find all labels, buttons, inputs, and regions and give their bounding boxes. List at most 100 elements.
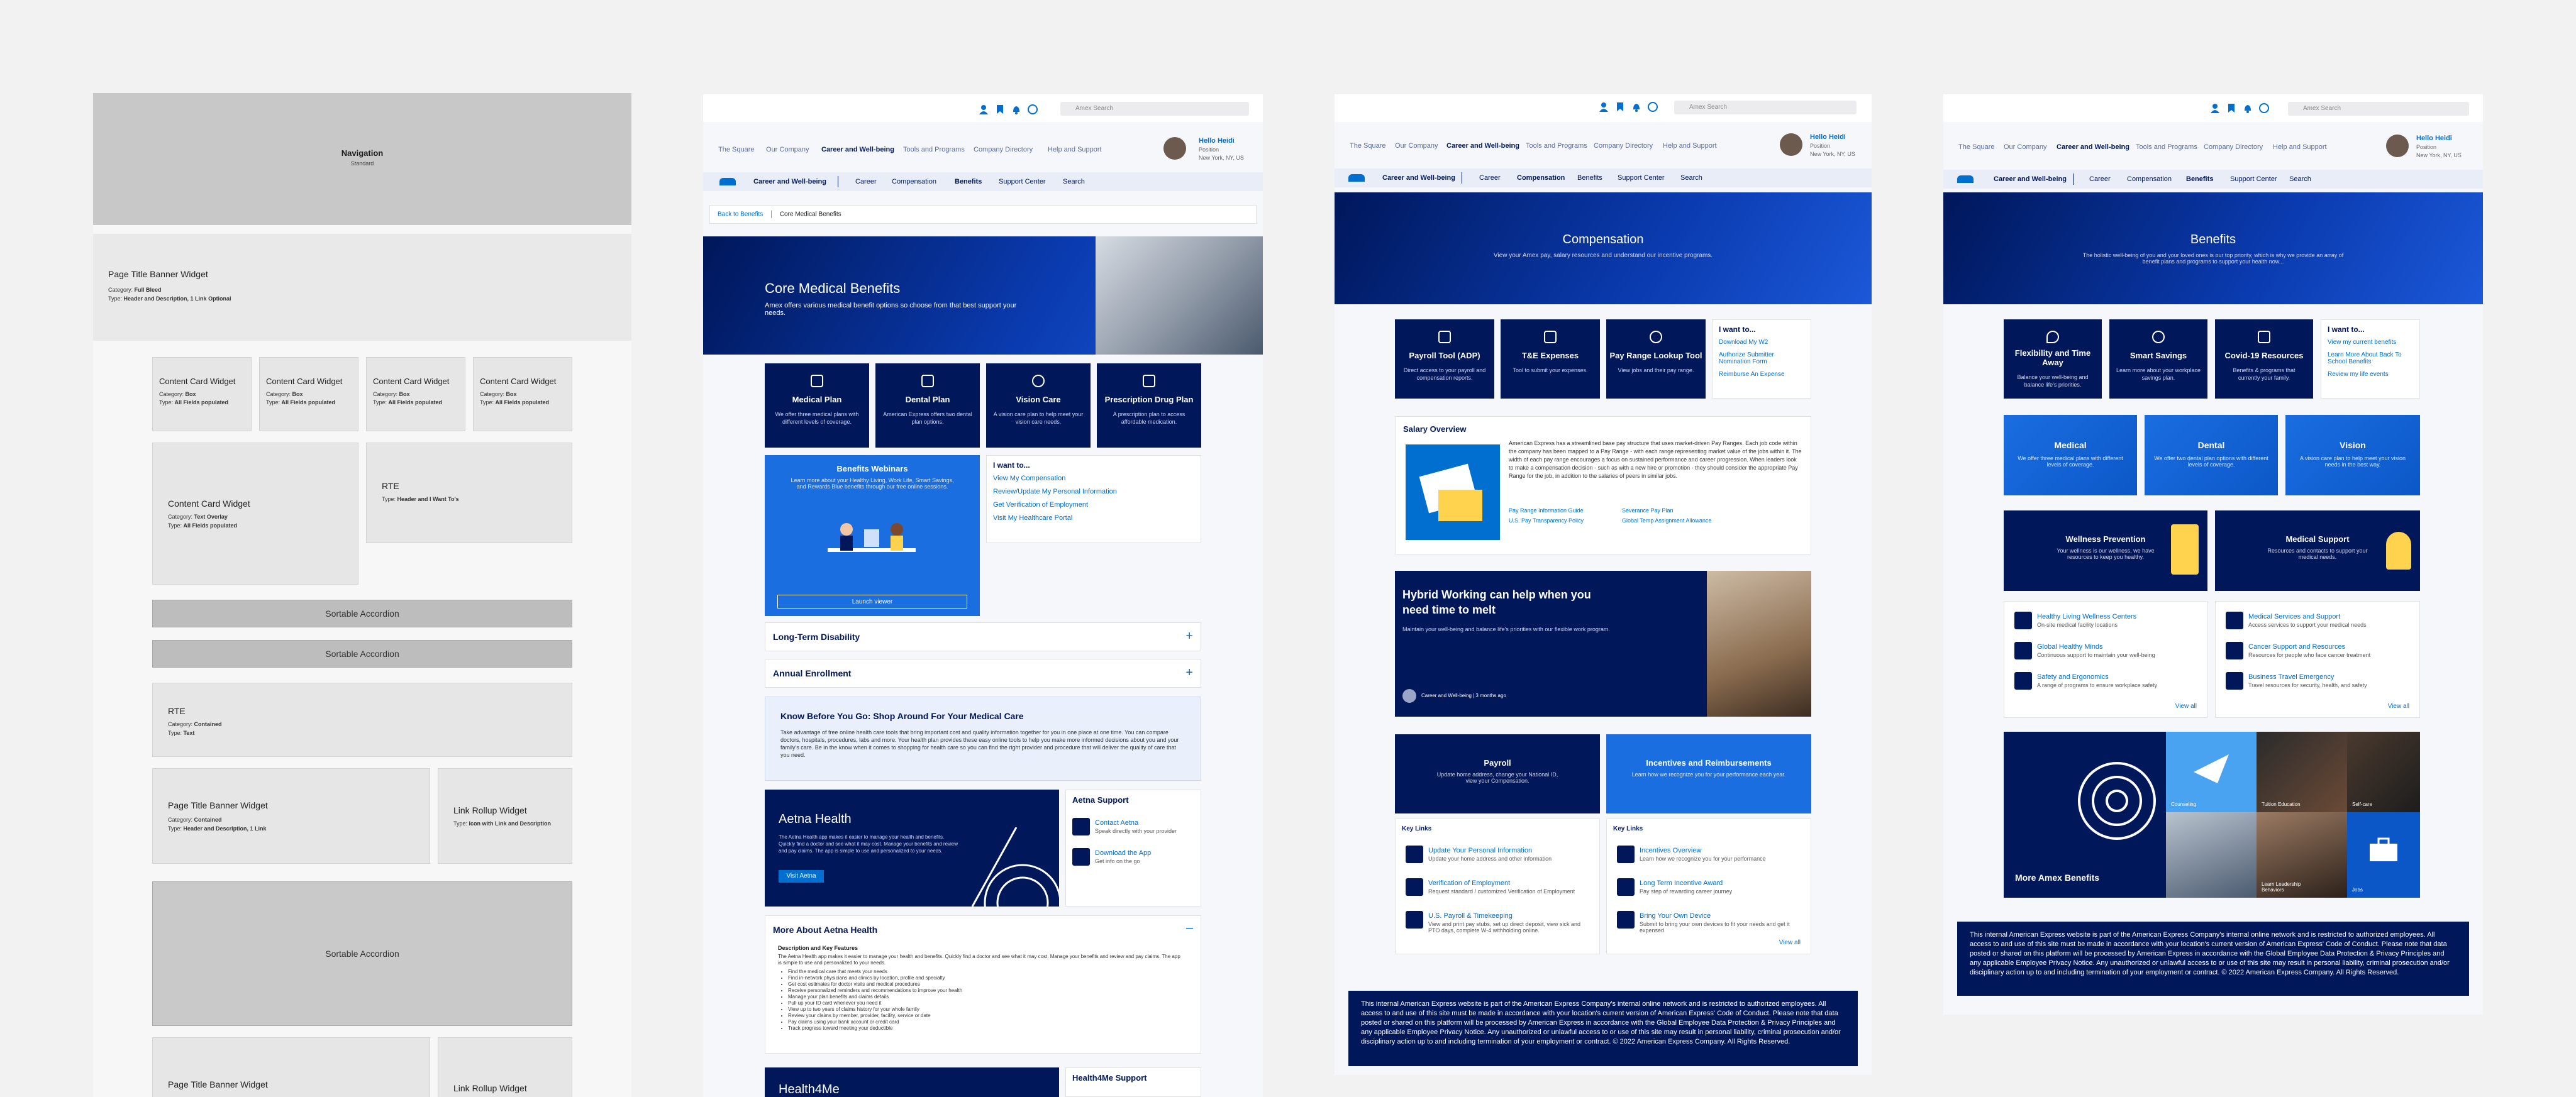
prescription-tile[interactable]: Prescription Drug Plan A prescription pla…: [1097, 363, 1201, 448]
subnav-item[interactable]: Compensation: [892, 178, 936, 185]
counseling-tile[interactable]: Counseling: [2166, 732, 2257, 812]
nav-item[interactable]: Our Company: [2004, 143, 2046, 151]
avatar[interactable]: [1163, 137, 1186, 160]
nav-item-active[interactable]: Career and Well-being: [2057, 143, 2129, 151]
i-want-link[interactable]: Authorize Submitter Nomination Form: [1719, 351, 1804, 365]
subnav-item-active[interactable]: Benefits: [2186, 175, 2213, 183]
help-icon[interactable]: [1028, 104, 1038, 114]
i-want-link[interactable]: View My Compensation: [993, 475, 1194, 482]
subnav-item[interactable]: Search: [2289, 175, 2311, 183]
key-link-row[interactable]: Verification of Employment Request standa…: [1406, 878, 1594, 897]
dental-plan-tile[interactable]: Dental Plan American Express offers two d…: [875, 363, 980, 448]
subnav-section[interactable]: Career and Well-being: [1382, 174, 1455, 182]
subnav-section[interactable]: Career and Well-being: [1994, 175, 2067, 183]
subnav-item[interactable]: Benefits: [1577, 174, 1602, 182]
nav-item[interactable]: Our Company: [766, 146, 809, 153]
self-care-tile[interactable]: Self-care: [2347, 732, 2420, 812]
medical-support-banner[interactable]: Medical Support Resources and contacts t…: [2215, 510, 2420, 591]
key-link-row[interactable]: Update Your Personal Information Update y…: [1406, 846, 1594, 864]
profile-name[interactable]: Hello Heidi: [2416, 135, 2452, 142]
subnav-item[interactable]: Search: [1680, 174, 1702, 182]
wellness-row[interactable]: Global Healthy Minds Continuous support t…: [2014, 642, 2197, 661]
wellness-row[interactable]: Safety and Ergonomics A range of programs…: [2014, 672, 2197, 691]
visit-aetna-button[interactable]: Visit Aetna: [779, 870, 824, 883]
nav-item[interactable]: Company Directory: [974, 146, 1033, 153]
nav-item[interactable]: Company Directory: [1594, 142, 1653, 150]
photo-tile[interactable]: [2166, 812, 2257, 898]
nav-item[interactable]: The Square: [718, 146, 754, 153]
payroll-card[interactable]: Payroll Update home address, change your…: [1395, 734, 1600, 813]
nav-item[interactable]: Tools and Programs: [1526, 142, 1587, 150]
i-want-link[interactable]: Learn More About Back To School Benefits: [2328, 351, 2413, 365]
hybrid-working-card[interactable]: Hybrid Working can help when you need ti…: [1395, 571, 1707, 717]
view-all-link[interactable]: View all: [2388, 703, 2409, 710]
medical-tile[interactable]: Medical We offer three medical plans with…: [2004, 415, 2137, 495]
i-want-link[interactable]: View my current benefits: [2328, 339, 2413, 346]
contact-aetna-row[interactable]: Contact Aetna Speak directly with your pr…: [1072, 818, 1192, 837]
key-link-row[interactable]: Long Term Incentive Award Pay step of rew…: [1617, 878, 1806, 897]
key-link-row[interactable]: Incentives Overview Learn how we recogniz…: [1617, 846, 1806, 864]
tuition-tile[interactable]: Tuition Education: [2257, 732, 2347, 812]
profile-name[interactable]: Hello Heidi: [1199, 137, 1235, 145]
pay-range-tile[interactable]: Pay Range Lookup Tool View jobs and their…: [1606, 319, 1706, 399]
subnav-item[interactable]: Career: [2089, 175, 2111, 183]
flexibility-tile[interactable]: Flexibility and Time Away Balance your we…: [2004, 319, 2102, 399]
jobs-tile[interactable]: Jobs: [2347, 812, 2420, 898]
key-link-row[interactable]: Bring Your Own Device Submit to bring you…: [1617, 911, 1806, 934]
nav-item[interactable]: Tools and Programs: [903, 146, 965, 153]
salary-link[interactable]: Global Temp Assignment Allowance: [1622, 517, 1711, 524]
wellness-prevention-banner[interactable]: Wellness Prevention Your wellness is our…: [2004, 510, 2207, 591]
i-want-link[interactable]: Review my life events: [2328, 371, 2413, 378]
nav-item-active[interactable]: Career and Well-being: [1446, 142, 1519, 150]
help-icon[interactable]: [2259, 103, 2269, 113]
search-input[interactable]: Amex Search: [1674, 101, 1857, 114]
subnav-item[interactable]: Career: [855, 178, 877, 185]
avatar[interactable]: [2386, 135, 2409, 157]
leadership-tile[interactable]: Learn Leadership Behaviors: [2257, 812, 2347, 898]
launch-viewer-button[interactable]: Launch viewer: [777, 595, 967, 609]
more-aetna-title[interactable]: More About Aetna Health: [773, 925, 877, 935]
nav-item[interactable]: Our Company: [1395, 142, 1438, 150]
subnav-item-active[interactable]: Benefits: [955, 178, 982, 185]
i-want-link[interactable]: Review/Update My Personal Information: [993, 488, 1194, 495]
breadcrumb-back[interactable]: Back to Benefits: [718, 211, 763, 218]
bookmark-icon[interactable]: [1615, 102, 1625, 112]
nav-item[interactable]: Help and Support: [2273, 143, 2327, 151]
te-expenses-tile[interactable]: T&E Expenses Tool to submit your expenses…: [1501, 319, 1600, 399]
nav-item[interactable]: The Square: [1958, 143, 1994, 151]
minus-icon[interactable]: –: [1186, 921, 1193, 935]
i-want-link[interactable]: Visit My Healthcare Portal: [993, 514, 1194, 522]
salary-link[interactable]: Pay Range Information Guide: [1509, 507, 1584, 514]
search-input[interactable]: Amex Search: [2288, 102, 2469, 116]
view-all-link[interactable]: View all: [2175, 703, 2197, 710]
subnav-item[interactable]: Support Center: [1618, 174, 1665, 182]
subnav-section[interactable]: Career and Well-being: [753, 178, 826, 185]
smart-savings-tile[interactable]: Smart Savings Learn more about your workp…: [2109, 319, 2207, 399]
bell-icon[interactable]: [2243, 103, 2253, 113]
i-want-link[interactable]: Download My W2: [1719, 339, 1804, 346]
user-icon[interactable]: [979, 104, 989, 114]
download-app-row[interactable]: Download the App Get info on the go: [1072, 848, 1192, 867]
help-icon[interactable]: [1648, 102, 1658, 112]
nav-item[interactable]: The Square: [1350, 142, 1385, 150]
subnav-item[interactable]: Compensation: [2127, 175, 2172, 183]
bookmark-icon[interactable]: [2226, 103, 2236, 113]
subnav-item-active[interactable]: Compensation: [1517, 174, 1565, 182]
nav-item[interactable]: Help and Support: [1048, 146, 1102, 153]
bookmark-icon[interactable]: [995, 104, 1005, 114]
medical-plan-tile[interactable]: Medical Plan We offer three medical plans…: [765, 363, 869, 448]
vision-care-tile[interactable]: Vision Care A vision care plan to help me…: [986, 363, 1091, 448]
wellness-row[interactable]: Healthy Living Wellness Centers On-site m…: [2014, 612, 2197, 631]
incentives-card[interactable]: Incentives and Reimbursements Learn how …: [1606, 734, 1811, 813]
bell-icon[interactable]: [1631, 102, 1641, 112]
medsupport-row[interactable]: Business Travel Emergency Travel resource…: [2226, 672, 2408, 691]
key-link-row[interactable]: U.S. Payroll & Timekeeping View and print…: [1406, 911, 1594, 934]
bell-icon[interactable]: [1011, 104, 1021, 114]
accordion-annual-enrollment[interactable]: Annual Enrollment +: [765, 659, 1201, 688]
subnav-item[interactable]: Search: [1063, 178, 1085, 185]
medsupport-row[interactable]: Cancer Support and Resources Resources fo…: [2226, 642, 2408, 661]
nav-item[interactable]: Tools and Programs: [2136, 143, 2197, 151]
profile-name[interactable]: Hello Heidi: [1810, 133, 1846, 141]
covid-resources-tile[interactable]: Covid-19 Resources Benefits & programs th…: [2215, 319, 2313, 399]
salary-link[interactable]: U.S. Pay Transparency Policy: [1509, 517, 1584, 524]
